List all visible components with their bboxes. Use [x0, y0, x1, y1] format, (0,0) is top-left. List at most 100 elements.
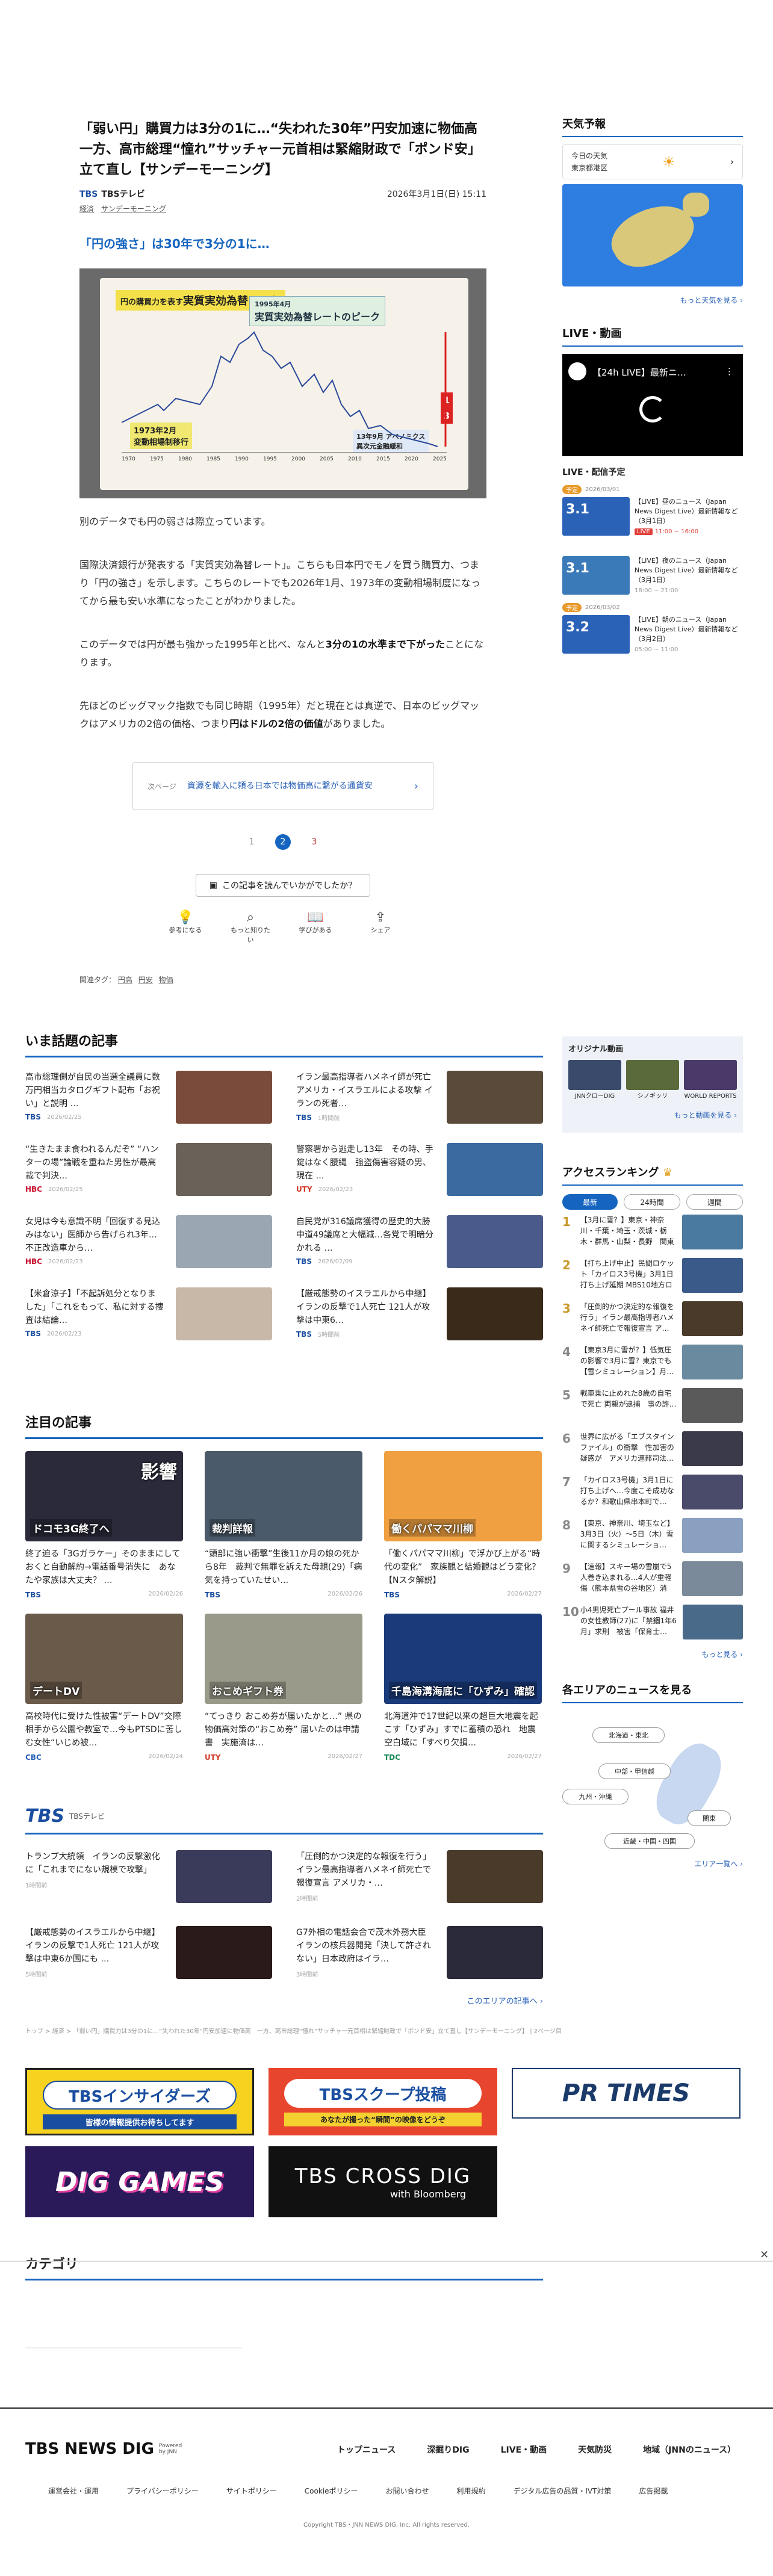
- page-link-3[interactable]: 3: [306, 834, 322, 850]
- ranking-tab-latest[interactable]: 最新: [562, 1194, 618, 1210]
- schedule-item[interactable]: 予定 2026/03/02 3.2 【LIVE】朝のニュース（Japan News…: [562, 602, 743, 655]
- category-link[interactable]: 経済: [79, 205, 94, 213]
- area-kanto[interactable]: 関東: [688, 1810, 731, 1826]
- trending-item[interactable]: 【米倉涼子】「不起訴処分となりました」「これをもって、私に対する捜査は結論… T…: [25, 1287, 272, 1345]
- tbs-item[interactable]: 【厳戒態勢のイスラエルから中継】イランの反撃で1人死亡 121人が攻撃は中東6か…: [25, 1926, 272, 1984]
- footer-nav-item[interactable]: LIVE・動画: [501, 2444, 547, 2456]
- ranking-item[interactable]: 10 小4男児死亡プール事故 福井の女性教師(27)に「禁錮1年6月」求刑 被害「…: [562, 1605, 743, 1643]
- article-title: 「弱い円」購買力は3分の1に…“失われた30年”円安加速に物価高 一方、高市総理…: [79, 122, 491, 178]
- featured-item[interactable]: おこめギフト券 “てっきり おこめ券が届いたかと…” 県の物価高対策の“おこめ券…: [205, 1614, 362, 1762]
- area-kinki[interactable]: 近畿・中国・四国: [604, 1833, 695, 1849]
- trending-item[interactable]: イラン最高指導者ハメネイ師が死亡 アメリカ・イスラエルによる攻撃 イランの死者……: [296, 1071, 543, 1129]
- more-icon[interactable]: ⋮: [725, 366, 734, 377]
- featured-item-text: “てっきり おこめ券が届いたかと…” 県の物価高対策の“おこめ券” 届いたのは申…: [205, 1712, 362, 1748]
- featured-item-thumbnail: 裁判詳報: [205, 1451, 362, 1541]
- tbs-item[interactable]: 「圧倒的かつ決定的な報復を行う」イラン最高指導者ハメネイ師死亡で報復宣言 アメリ…: [296, 1850, 543, 1908]
- ranking-item[interactable]: 3 「圧倒的かつ決定的な報復を行う」イラン最高指導者ハメネイ師死亡で報復宣言 ア…: [562, 1301, 743, 1340]
- scoop-banner[interactable]: TBSスクープ投稿 あなたが撮った“瞬間”の映像をどうぞ: [269, 2068, 497, 2135]
- ranking-tab-weekly[interactable]: 週間: [686, 1194, 743, 1210]
- footer-nav-item[interactable]: 天気防災: [578, 2444, 612, 2456]
- ranking-item[interactable]: 4 【東京3月に雪が？】低気圧の影響で3月に雪？東京でも【雪シミュレーション】月…: [562, 1345, 743, 1383]
- weather-map[interactable]: [562, 184, 743, 286]
- breadcrumb: トップ > 経済 > 「弱い円」購買力は3分の1に…“失われた30年”円安加速に…: [25, 2028, 562, 2035]
- area-chubu[interactable]: 中部・甲信越: [598, 1763, 671, 1779]
- footer-link[interactable]: 利用規約: [457, 2486, 486, 2496]
- trending-item[interactable]: 高市総理側が自民の当選全議員に数万円相当カタログギフト配布「お祝い」と説明 … …: [25, 1071, 272, 1129]
- area-kyushu[interactable]: 九州・沖縄: [562, 1789, 629, 1804]
- article-source[interactable]: TBSテレビ: [101, 190, 144, 199]
- featured-item[interactable]: 働くパパママ川柳 「働くパパママ川柳」で浮かび上がる“時代の変化” 家族観と結婚…: [384, 1451, 542, 1599]
- footer-link[interactable]: プライバシーポリシー: [126, 2486, 199, 2496]
- ranking-item[interactable]: 1 【3月に雪？】東京・神奈川・千葉・埼玉・茨城・栃木・群馬・山梨・長野 関東エリ…: [562, 1215, 743, 1253]
- footer-link[interactable]: お問い合わせ: [386, 2486, 429, 2496]
- live-player[interactable]: 【24h LIVE】最新ニ… ⋮: [562, 354, 743, 456]
- footer-link[interactable]: サイトポリシー: [226, 2486, 277, 2496]
- original-more-link[interactable]: もっと動画を見る ›: [568, 1110, 737, 1120]
- trending-item[interactable]: 警察署から逃走し13年 その時、手錠はなく腰縄 強盗傷害容疑の男、現在 … UT…: [296, 1143, 543, 1201]
- ranking-tab-24h[interactable]: 24時間: [624, 1194, 680, 1210]
- ranking-more-link[interactable]: もっと見る ›: [562, 1649, 743, 1659]
- footer-logo[interactable]: TBS NEWS DIG Powered by JNN: [25, 2440, 183, 2458]
- ranking-item[interactable]: 7 「カイロス3号機」3月1日に打ち上げへ…今度こそ成功なるか？和歌山県串本町で…: [562, 1475, 743, 1513]
- area-list-link[interactable]: エリア一覧へ ›: [562, 1859, 743, 1869]
- area-articles-link[interactable]: このエリアの記事へ ›: [25, 1995, 543, 2006]
- featured-item[interactable]: 千島海溝海底に「ひずみ」確認 北海道沖で17世紀以来の超巨大地震を起こす「ひずみ…: [384, 1614, 542, 1762]
- category-title: カテゴリ: [25, 2253, 543, 2280]
- ranking-number: 6: [562, 1431, 571, 1446]
- schedule-item[interactable]: 予定 2026/03/01 3.1 【LIVE】昼のニュース（Japan News…: [562, 485, 743, 537]
- trending-item-date: 1時間前: [317, 1115, 340, 1122]
- footer-nav-item[interactable]: トップニュース: [337, 2444, 396, 2456]
- trending-item[interactable]: “生きたまま食われるんだぞ” “ハンターの場”論戦を重ねた男性が最高裁で判決… …: [25, 1143, 272, 1201]
- x-tick: 2010: [348, 456, 362, 462]
- footer-nav-item[interactable]: 深掘りDIG: [427, 2444, 469, 2456]
- trending-item[interactable]: 【厳戒態勢のイスラエルから中継】イランの反撃で1人死亡 121人が攻撃は中東6……: [296, 1287, 543, 1345]
- crossdig-banner[interactable]: TBS CROSS DIG with Bloomberg: [269, 2146, 497, 2217]
- x-ticks: 1970 1975 1980 1985 1990 1995 2000 2005 2010 2015…: [122, 456, 447, 462]
- weather-more-link[interactable]: もっと天気を見る ›: [562, 295, 743, 305]
- footer-link[interactable]: 運営会社・運用: [48, 2486, 99, 2496]
- page-link-1[interactable]: 1: [244, 834, 259, 850]
- ranking-item[interactable]: 2 【打ち上げ中止】民間ロケット「カイロス3号機」3月1日打ち上げ延期 MBS10…: [562, 1258, 743, 1296]
- footer-link[interactable]: 広告掲載: [639, 2486, 668, 2496]
- ranking-item[interactable]: 9 【速報】スキー場の雪崩で5人巻き込まれる…4人が重軽傷（熊本県雪の谷地区）消防…: [562, 1561, 743, 1600]
- reaction-helpful-button[interactable]: 💡 参考になる: [163, 910, 208, 944]
- footer-link[interactable]: Cookieポリシー: [305, 2486, 358, 2496]
- tag-link[interactable]: 円安: [138, 976, 153, 984]
- reaction-learn-button[interactable]: 📖 学びがある: [293, 910, 338, 944]
- featured-item[interactable]: デートDV 高校時代に受けた性被害“デートDV”交際相手から公園や教室で…今もP…: [25, 1614, 183, 1762]
- featured-item[interactable]: ドコモ3G終了へ 影響 終了迫る「3Gガラケー」そのままにしておくと自動解約→電話…: [25, 1451, 183, 1599]
- trending-item[interactable]: 自民党が316議席獲得の歴史的大勝 中道49議席と大幅減…各党で明暗分かれる ……: [296, 1215, 543, 1273]
- featured-item[interactable]: 裁判詳報 “頭部に強い衝撃”生後11か月の娘の死から8年 裁判で無罪を訴えた母親…: [205, 1451, 362, 1599]
- close-icon[interactable]: ✕: [760, 2249, 769, 2261]
- footer-link[interactable]: デジタル広告の品質・IVT対策: [514, 2486, 612, 2496]
- schedule-item[interactable]: 3.1 【LIVE】夜のニュース（Japan News Digest Live）…: [562, 544, 743, 596]
- tbs-list: トランプ大統領 イランの反撃激化に「これまでにない規模で攻撃」 1時間前 「圧倒…: [25, 1850, 543, 1984]
- ranking-item[interactable]: 8 【東京、神奈川、埼玉など】3月3日（火）～5日（木）雪に関するシミュレーショ…: [562, 1518, 743, 1556]
- next-page-link[interactable]: 次ページ 資源を輸入に頼る日本では物価高に繋がる通貨安 ›: [132, 762, 433, 810]
- featured-item-text: “頭部に強い衝撃”生後11か月の娘の死から8年 裁判で無罪を訴えた母親(29)「…: [205, 1549, 362, 1585]
- share-button[interactable]: ⇪ シェア: [358, 910, 403, 944]
- footer-nav-item[interactable]: 地域（JNNのニュース）: [643, 2444, 736, 2456]
- prtimes-banner[interactable]: PR TIMES: [512, 2068, 740, 2119]
- ranking-item[interactable]: 5 戦車乗に止めれた8歳の自宅で死亡 両親が逮捕 事の許…: [562, 1388, 743, 1426]
- loading-icon: [639, 396, 666, 423]
- tbs-item[interactable]: G7外相の電話会合で茂木外務大臣 イランの核兵器開発「決して許されない」日本政府…: [296, 1926, 543, 1984]
- trending-item[interactable]: 女児は今も意識不明「回復する見込みはない」医師から告げられ3年…不正改造車から……: [25, 1215, 272, 1273]
- original-item[interactable]: JNNクローDIG: [568, 1060, 621, 1100]
- ranking-item[interactable]: 6 世界に広がる「エブスタインファイル」の衝撃 性加害の疑惑が アメリカ連邦司法…: [562, 1431, 743, 1470]
- insiders-banner[interactable]: TBSインサイダーズ 皆様の情報提供お待ちしてます: [25, 2068, 254, 2135]
- original-item[interactable]: シノギッリ: [626, 1060, 679, 1100]
- original-item[interactable]: WORLD REPORTS: [684, 1060, 737, 1100]
- weather-today[interactable]: 今日の天気 東京都港区 ☀ ›: [562, 144, 743, 179]
- tag-link[interactable]: 円高: [118, 976, 132, 984]
- reaction-more-button[interactable]: ⌕ もっと知りたい: [228, 910, 273, 944]
- reaction-prompt-text: この記事を読んでいかがでしたか？: [222, 881, 357, 891]
- tag-link[interactable]: 物価: [159, 976, 173, 984]
- diggames-banner[interactable]: DIG GAMES: [25, 2146, 254, 2217]
- category-link[interactable]: サンデーモーニング: [101, 205, 166, 213]
- tbs-item[interactable]: トランプ大統領 イランの反撃激化に「これまでにない規模で攻撃」 1時間前: [25, 1850, 272, 1908]
- featured-item-caption: 千島海溝海底に「ひずみ」確認: [389, 1682, 537, 1699]
- featured-list: ドコモ3G終了へ 影響 終了迫る「3Gガラケー」そのままにしておくと自動解約→電話…: [25, 1451, 543, 1762]
- featured-item-source: TBS: [205, 1591, 220, 1599]
- area-hokkaido-tohoku[interactable]: 北海道・東北: [592, 1727, 665, 1743]
